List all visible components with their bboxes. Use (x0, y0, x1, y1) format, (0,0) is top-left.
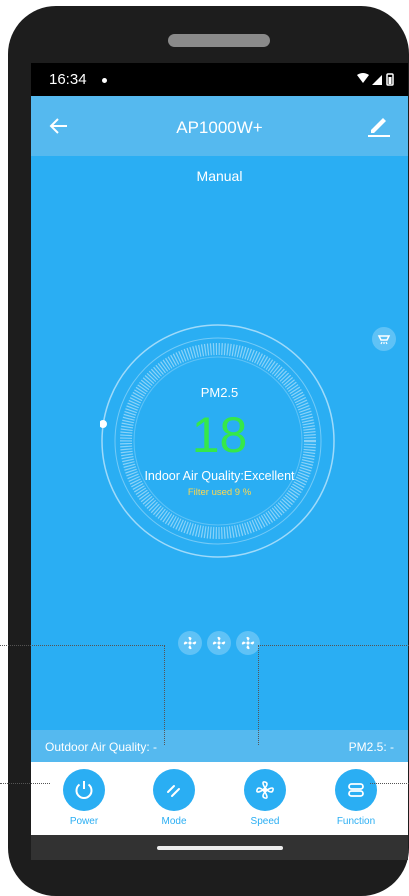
power-label: Power (69, 816, 99, 827)
function-button-circle[interactable] (335, 769, 377, 811)
guide-line (370, 783, 409, 784)
status-bar: 16:34 (31, 63, 408, 96)
guide-line (0, 645, 165, 646)
signal-icon (372, 75, 382, 85)
system-nav-bar (31, 835, 408, 860)
power-button-circle[interactable] (63, 769, 105, 811)
fan-icon (241, 636, 255, 650)
function-button[interactable]: Function (321, 762, 391, 835)
speed-level-1 (178, 631, 202, 655)
guide-line (258, 645, 409, 646)
function-icon (348, 783, 364, 797)
phone-frame: 16:34 AP1000W+ Manual PM2.5 18 Indoor Ai… (8, 6, 409, 896)
fan-icon (183, 636, 197, 650)
phone-speaker (168, 34, 270, 47)
speed-level-3 (236, 631, 260, 655)
fan-icon (212, 636, 226, 650)
notification-dot-icon (102, 78, 107, 83)
speed-button[interactable]: Speed (230, 762, 300, 835)
filter-usage: Filter used 9 % (187, 487, 252, 498)
power-icon (75, 781, 93, 799)
status-icons (357, 73, 394, 86)
function-label: Function (336, 816, 376, 827)
mode-button-circle[interactable] (153, 769, 195, 811)
home-gesture-pill[interactable] (157, 846, 283, 850)
fan-icon (256, 781, 274, 799)
indoor-air-quality: Indoor Air Quality:Excellent (144, 469, 295, 483)
app-bar: AP1000W+ (31, 96, 408, 156)
device-title: AP1000W+ (176, 118, 263, 137)
lamp-icon (377, 335, 391, 345)
mode-icon (167, 785, 180, 797)
power-button[interactable]: Power (49, 762, 119, 835)
guide-line (258, 645, 259, 745)
speed-label: Speed (250, 816, 280, 827)
guide-line (164, 645, 165, 745)
outdoor-pm25: PM2.5: - (348, 740, 394, 754)
outdoor-air-quality: Outdoor Air Quality: - (45, 740, 158, 754)
pm25-value: 18 (191, 407, 248, 463)
guide-line (0, 783, 50, 784)
mode-label: Manual (196, 168, 243, 184)
speed-button-circle[interactable] (244, 769, 286, 811)
outdoor-air-bar: Outdoor Air Quality: - PM2.5: - (31, 730, 408, 762)
app-screen: 16:34 AP1000W+ Manual PM2.5 18 Indoor Ai… (31, 63, 408, 860)
edit-pencil-icon[interactable] (366, 112, 392, 138)
status-time: 16:34 (49, 71, 87, 88)
mode-label-button: Mode (161, 816, 187, 827)
pm25-label: PM2.5 (200, 385, 239, 400)
speed-level-2 (207, 631, 231, 655)
wifi-icon (357, 73, 369, 83)
mode-button[interactable]: Mode (139, 762, 209, 835)
control-bar: Power Mode Speed Function (31, 762, 408, 835)
light-toggle-button[interactable] (372, 327, 396, 351)
